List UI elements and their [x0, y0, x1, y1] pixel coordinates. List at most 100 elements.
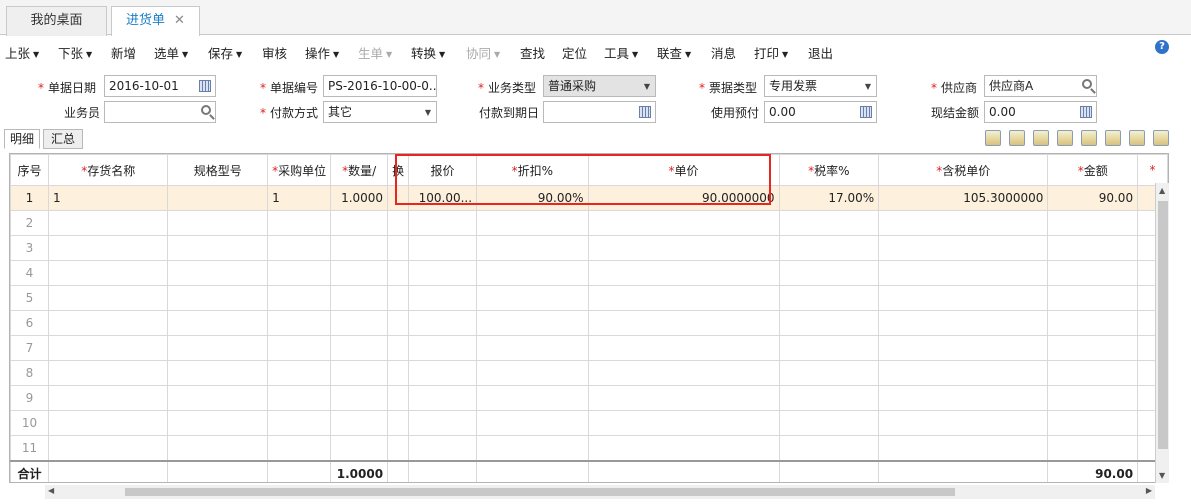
cash-amount-field[interactable]: 0.00 — [984, 101, 1097, 123]
table-cell[interactable] — [267, 410, 332, 436]
column-header[interactable]: * — [1137, 154, 1168, 186]
doc-no-field[interactable]: PS-2016-10-00-0... — [323, 75, 437, 97]
table-cell[interactable] — [1047, 235, 1139, 261]
table-cell[interactable] — [878, 385, 1049, 411]
table-row[interactable]: 5 — [10, 285, 1168, 311]
table-cell[interactable] — [408, 285, 478, 311]
table-cell[interactable] — [330, 335, 389, 361]
scroll-down-icon[interactable]: ▼ — [1159, 471, 1165, 480]
table-cell[interactable] — [167, 435, 269, 461]
scroll-up-icon[interactable]: ▲ — [1159, 186, 1165, 195]
table-cell[interactable] — [387, 210, 410, 236]
table-cell[interactable] — [476, 335, 589, 361]
invoice-type-select[interactable]: 专用发票 ▼ — [764, 75, 877, 97]
table-cell[interactable] — [167, 310, 269, 336]
table-cell[interactable] — [387, 235, 410, 261]
toolbar-button[interactable]: 消息 — [711, 43, 736, 62]
toolbar-button[interactable]: 定位 — [562, 43, 587, 62]
column-header[interactable]: *数量/ — [330, 154, 389, 186]
table-cell[interactable] — [1047, 310, 1139, 336]
table-cell[interactable] — [330, 235, 389, 261]
table-cell[interactable]: 8 — [10, 360, 49, 386]
table-cell[interactable]: 9 — [10, 385, 49, 411]
table-cell[interactable] — [267, 285, 332, 311]
table-cell[interactable]: 1 — [10, 185, 49, 211]
table-row[interactable]: 7 — [10, 335, 1168, 361]
table-cell[interactable] — [387, 310, 410, 336]
table-cell[interactable] — [167, 410, 269, 436]
table-cell[interactable] — [1047, 385, 1139, 411]
table-cell[interactable] — [878, 335, 1049, 361]
column-header[interactable]: 规格型号 — [167, 154, 269, 186]
table-cell[interactable] — [408, 360, 478, 386]
table-cell[interactable] — [47, 435, 169, 461]
table-cell[interactable] — [1047, 260, 1139, 286]
table-cell[interactable] — [167, 235, 269, 261]
table-cell[interactable] — [387, 435, 410, 461]
table-cell[interactable] — [778, 410, 880, 436]
horizontal-scrollbar[interactable]: ◀ ▶ — [45, 485, 1155, 499]
table-cell[interactable]: 1 — [47, 185, 169, 211]
table-row[interactable]: 2 — [10, 210, 1168, 236]
table-cell[interactable] — [330, 385, 389, 411]
tab-purchase-receipt[interactable]: 进货单 ✕ — [111, 6, 200, 36]
table-cell[interactable] — [878, 410, 1049, 436]
close-icon[interactable]: ✕ — [174, 13, 185, 28]
doc-date-field[interactable]: 2016-10-01 — [104, 75, 216, 97]
vertical-scrollbar[interactable]: ▲ ▼ — [1155, 183, 1169, 483]
table-cell[interactable] — [267, 335, 332, 361]
table-cell[interactable] — [167, 185, 269, 211]
table-cell[interactable] — [778, 210, 880, 236]
table-cell[interactable] — [778, 310, 880, 336]
toolbar-button[interactable]: 协同 ▼ — [466, 43, 500, 62]
table-cell[interactable]: 1.0000 — [330, 185, 389, 211]
scroll-thumb[interactable] — [125, 488, 955, 496]
scroll-right-icon[interactable]: ▶ — [1146, 486, 1152, 495]
table-cell[interactable] — [330, 410, 389, 436]
table-cell[interactable] — [1047, 435, 1139, 461]
column-header[interactable]: *税率% — [778, 154, 880, 186]
table-cell[interactable] — [167, 385, 269, 411]
table-cell[interactable]: 11 — [10, 435, 49, 461]
table-cell[interactable] — [476, 285, 589, 311]
table-cell[interactable] — [587, 260, 780, 286]
table-cell[interactable] — [587, 435, 780, 461]
table-cell[interactable]: 10 — [10, 410, 49, 436]
table-cell[interactable] — [476, 435, 589, 461]
biz-type-select[interactable]: 普通采购 ▼ — [543, 75, 656, 97]
toolbar-button[interactable]: 选单 ▼ — [154, 43, 188, 62]
table-cell[interactable] — [1047, 285, 1139, 311]
table-row[interactable]: 3 — [10, 235, 1168, 261]
toolbar-button[interactable]: 转换 ▼ — [411, 43, 445, 62]
toolbar-button[interactable]: 打印 ▼ — [754, 43, 788, 62]
table-cell[interactable] — [1047, 210, 1139, 236]
table-cell[interactable] — [587, 310, 780, 336]
table-cell[interactable] — [587, 410, 780, 436]
table-cell[interactable] — [476, 235, 589, 261]
toolbar-button[interactable]: 工具 ▼ — [604, 43, 638, 62]
supplier-field[interactable]: 供应商A — [984, 75, 1097, 97]
scroll-thumb[interactable] — [1158, 201, 1168, 449]
table-cell[interactable] — [387, 385, 410, 411]
table-cell[interactable]: 7 — [10, 335, 49, 361]
table-cell[interactable] — [408, 410, 478, 436]
table-cell[interactable] — [878, 285, 1049, 311]
table-cell[interactable] — [476, 360, 589, 386]
table-cell[interactable] — [330, 210, 389, 236]
binoculars-icon[interactable] — [1057, 130, 1073, 146]
table-cell[interactable] — [267, 310, 332, 336]
toolbar-button[interactable]: 查找 — [520, 43, 545, 62]
table-cell[interactable] — [878, 360, 1049, 386]
table-cell[interactable] — [387, 360, 410, 386]
excel-export-icon[interactable] — [1033, 130, 1049, 146]
table-cell[interactable] — [587, 385, 780, 411]
table-row[interactable]: 9 — [10, 385, 1168, 411]
table-cell[interactable] — [387, 260, 410, 286]
calculator-icon[interactable] — [860, 106, 872, 118]
calendar-icon[interactable] — [639, 106, 651, 118]
table-cell[interactable]: 4 — [10, 260, 49, 286]
chart-icon[interactable] — [1129, 130, 1145, 146]
table-cell[interactable] — [476, 260, 589, 286]
table-cell[interactable] — [587, 285, 780, 311]
salesman-field[interactable] — [104, 101, 216, 123]
